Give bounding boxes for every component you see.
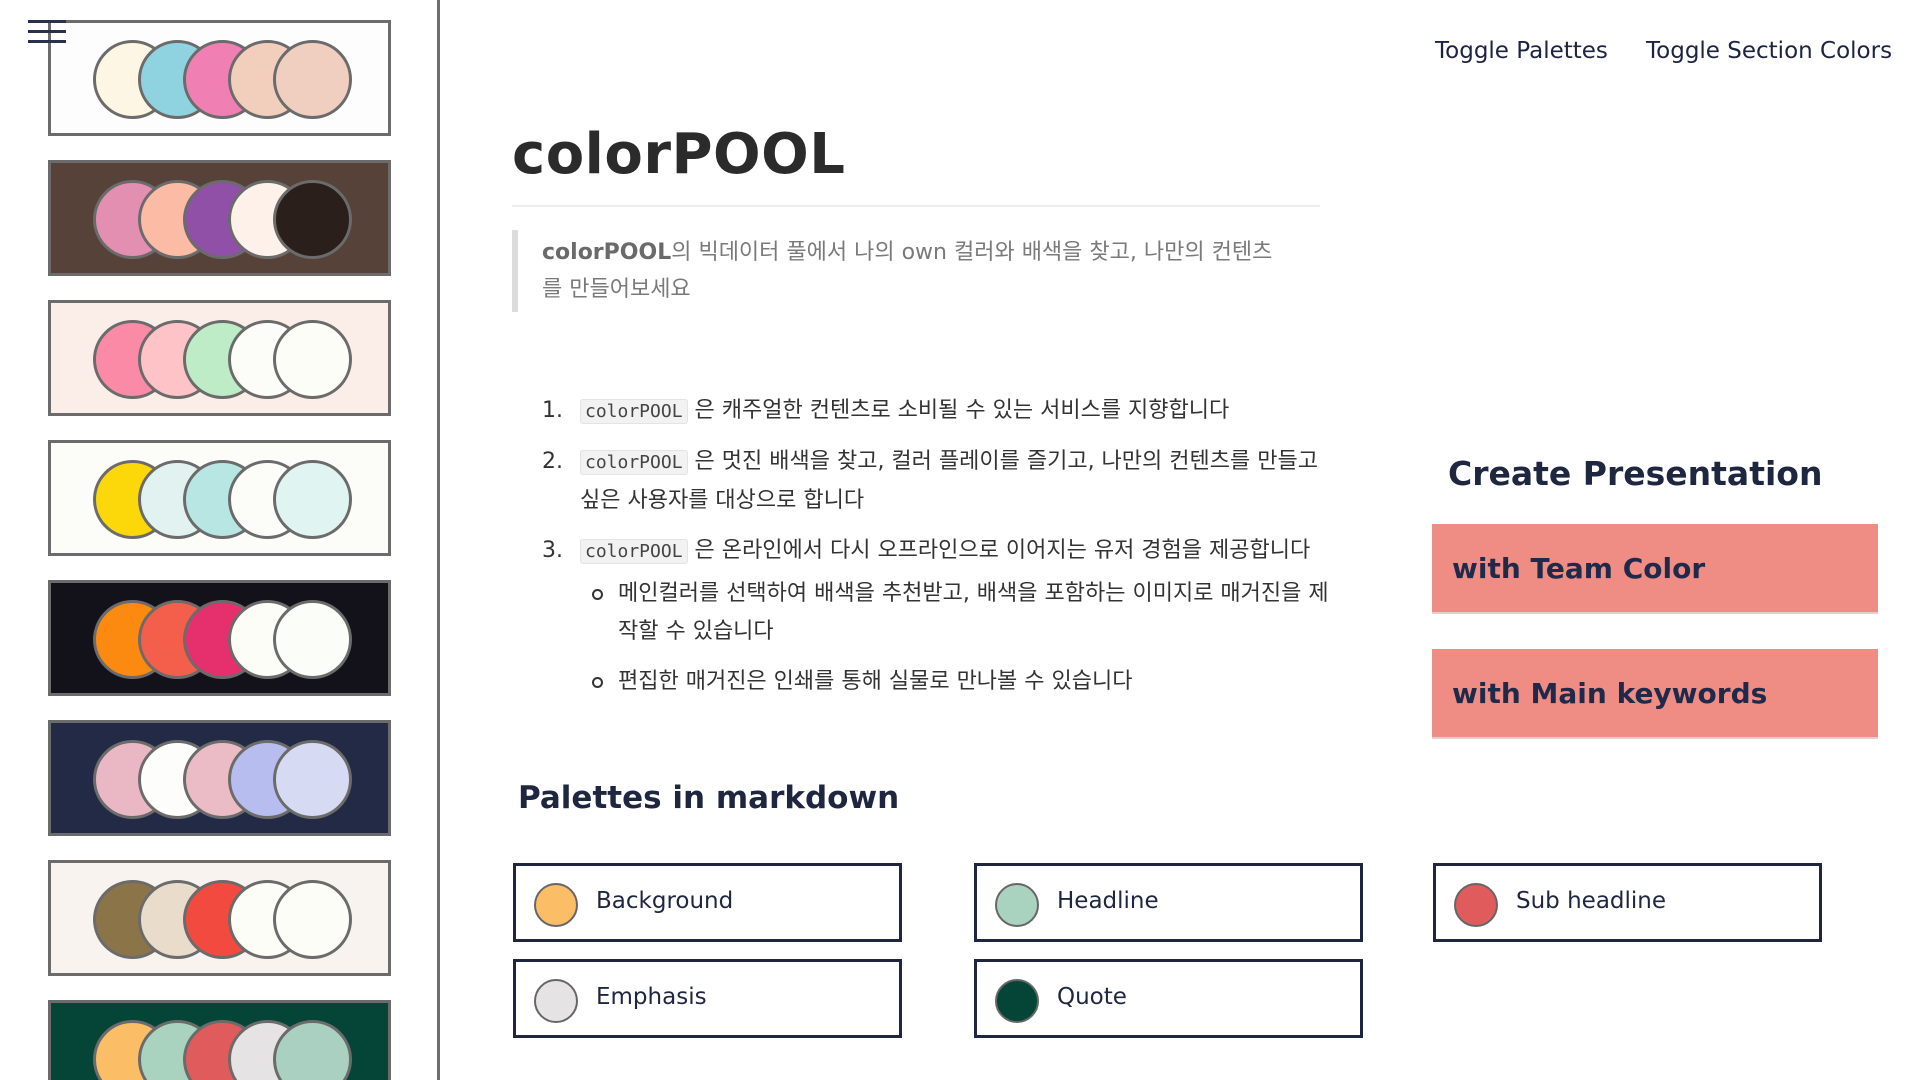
palette-sidebar	[0, 0, 440, 1080]
list-number: 1.	[542, 398, 563, 423]
palette-swatches	[93, 320, 353, 400]
palette-role-label: Quote	[1057, 984, 1127, 1010]
palette-card[interactable]	[48, 1000, 391, 1080]
sub-list-item-text: 메인컬러를 선택하여 배색을 추천받고, 배색을 포함하는 이미지로 매거진을 …	[618, 581, 1329, 644]
quote-text: 의 빅데이터 풀에서 나의 own 컬러와 배색을 찾고, 나만의 컨텐츠	[671, 240, 1273, 265]
list-item-text: 은 멋진 배색을 찾고, 컬러 플레이를 즐기고, 나만의 컨텐츠를 만들고 싶…	[580, 449, 1318, 513]
color-swatch	[534, 883, 578, 927]
intro-quote: colorPOOL의 빅데이터 풀에서 나의 own 컬러와 배색을 찾고, 나…	[512, 230, 1292, 312]
palette-card[interactable]	[48, 160, 391, 276]
color-swatch	[534, 979, 578, 1023]
feature-list: 1. colorPOOL 은 캐주얼한 컨텐츠로 소비될 수 있는 서비스를 지…	[542, 392, 1342, 713]
palette-role-label: Headline	[1057, 888, 1159, 914]
list-number: 3.	[542, 538, 563, 563]
color-swatch	[273, 180, 352, 259]
inline-code: colorPOOL	[580, 450, 688, 475]
palette-role-emphasis[interactable]: Emphasis	[513, 959, 902, 1038]
main-keywords-button[interactable]: with Main keywords	[1432, 649, 1878, 739]
list-item-text: 은 캐주얼한 컨텐츠로 소비될 수 있는 서비스를 지향합니다	[687, 398, 1230, 423]
toggle-palettes-link[interactable]: Toggle Palettes	[1435, 38, 1608, 64]
team-color-button[interactable]: with Team Color	[1432, 524, 1878, 614]
palette-swatches	[93, 40, 353, 120]
palette-card[interactable]	[48, 300, 391, 416]
list-number: 2.	[542, 449, 563, 474]
color-swatch	[273, 880, 352, 959]
page-title: colorPOOL	[512, 122, 846, 187]
toggle-section-colors-link[interactable]: Toggle Section Colors	[1646, 38, 1892, 64]
palette-card[interactable]	[48, 580, 391, 696]
palette-swatches	[93, 740, 353, 820]
palette-role-sub-headline[interactable]: Sub headline	[1433, 863, 1822, 942]
palette-swatches	[93, 1020, 353, 1080]
color-swatch	[1454, 883, 1498, 927]
list-item: 3. colorPOOL 은 온라인에서 다시 오프라인으로 이어지는 유저 경…	[542, 532, 1342, 701]
palettes-markdown-heading: Palettes in markdown	[518, 780, 900, 816]
color-swatch	[995, 979, 1039, 1023]
palette-card[interactable]	[48, 20, 391, 136]
palette-role-label: Sub headline	[1516, 888, 1667, 914]
palette-role-headline[interactable]: Headline	[974, 863, 1363, 942]
palette-role-label: Emphasis	[596, 984, 707, 1010]
palette-card[interactable]	[48, 440, 391, 556]
quote-brand: colorPOOL	[542, 240, 672, 265]
inline-code: colorPOOL	[580, 399, 688, 424]
palette-swatches	[93, 180, 353, 260]
palette-swatches	[93, 880, 353, 960]
sub-list-item-text: 편집한 매거진은 인쇄를 통해 실물로 만나볼 수 있습니다	[618, 669, 1133, 694]
color-swatch	[273, 600, 352, 679]
palette-role-quote[interactable]: Quote	[974, 959, 1363, 1038]
color-swatch	[995, 883, 1039, 927]
list-item-text: 은 온라인에서 다시 오프라인으로 이어지는 유저 경험을 제공합니다	[687, 538, 1311, 563]
list-item: 1. colorPOOL 은 캐주얼한 컨텐츠로 소비될 수 있는 서비스를 지…	[542, 392, 1342, 431]
color-swatch	[273, 320, 352, 399]
color-swatch	[273, 740, 352, 819]
palette-card[interactable]	[48, 860, 391, 976]
list-item: 2. colorPOOL 은 멋진 배색을 찾고, 컬러 플레이를 즐기고, 나…	[542, 443, 1342, 520]
palette-swatches	[93, 600, 353, 680]
sub-list: 메인컬러를 선택하여 배색을 추천받고, 배색을 포함하는 이미지로 매거진을 …	[580, 575, 1342, 701]
palette-swatches	[93, 460, 353, 540]
title-divider	[512, 205, 1320, 207]
inline-code: colorPOOL	[580, 539, 688, 564]
hamburger-icon[interactable]	[28, 18, 68, 48]
color-swatch	[273, 460, 352, 539]
palette-card[interactable]	[48, 720, 391, 836]
create-presentation-heading: Create Presentation	[1448, 454, 1823, 493]
sub-list-item: 편집한 매거진은 인쇄를 통해 실물로 만나볼 수 있습니다	[580, 663, 1342, 701]
bullet-icon	[592, 677, 603, 688]
sub-list-item: 메인컬러를 선택하여 배색을 추천받고, 배색을 포함하는 이미지로 매거진을 …	[580, 575, 1342, 651]
palette-role-background[interactable]: Background	[513, 863, 902, 942]
quote-text-tail: 를 만들어보세요	[542, 277, 691, 302]
bullet-icon	[592, 589, 603, 600]
palette-role-label: Background	[596, 888, 734, 914]
color-swatch	[273, 40, 352, 119]
